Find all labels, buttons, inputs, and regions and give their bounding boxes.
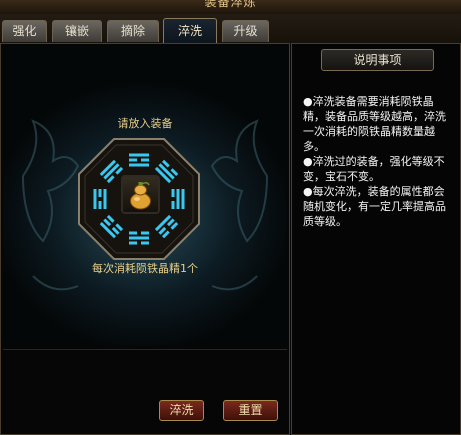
window-title-bar: 装备淬炼: [0, 0, 461, 15]
window-title: 装备淬炼: [204, 0, 257, 9]
info-paragraph: ●淬洗过的装备，强化等级不变，宝石不变。: [303, 155, 445, 183]
info-title: 说明事项: [321, 49, 434, 71]
reset-button[interactable]: 重置: [223, 400, 278, 421]
info-paragraph: ●每次淬洗，装备的属性都会随机变化，有一定几率提高品质等级。: [303, 185, 446, 228]
wash-panel: 请放入装备 每次消耗陨铁晶精1个: [0, 43, 290, 435]
info-panel: 说明事项 ●淬洗装备需要消耗陨铁晶精，装备品质等级越高，淬洗一次消耗的陨铁晶精数…: [291, 43, 461, 435]
tab-upgrade[interactable]: 升级: [222, 20, 269, 42]
rune-background: 请放入装备 每次消耗陨铁晶精1个: [3, 46, 287, 346]
cost-text: 每次消耗陨铁晶精1个: [92, 262, 198, 275]
info-paragraph: ●淬洗装备需要消耗陨铁晶精，装备品质等级越高，淬洗一次消耗的陨铁晶精数量越多。: [303, 95, 446, 153]
tab-enhance[interactable]: 强化: [2, 20, 47, 42]
place-equipment-prompt: 请放入装备: [117, 117, 173, 130]
info-text: ●淬洗装备需要消耗陨铁晶精，装备品质等级越高，淬洗一次消耗的陨铁晶精数量越多。 …: [303, 94, 453, 229]
tab-inlay[interactable]: 镶嵌: [52, 20, 102, 42]
wash-button[interactable]: 淬洗: [159, 400, 204, 421]
tab-bar: 强化 镶嵌 摘除 淬洗 升级: [0, 14, 461, 44]
tab-wash[interactable]: 淬洗: [163, 18, 217, 44]
gourd-icon: [130, 181, 151, 210]
panel-divider: [3, 349, 287, 350]
equipment-slot[interactable]: [121, 175, 160, 214]
tab-remove[interactable]: 摘除: [107, 20, 159, 42]
